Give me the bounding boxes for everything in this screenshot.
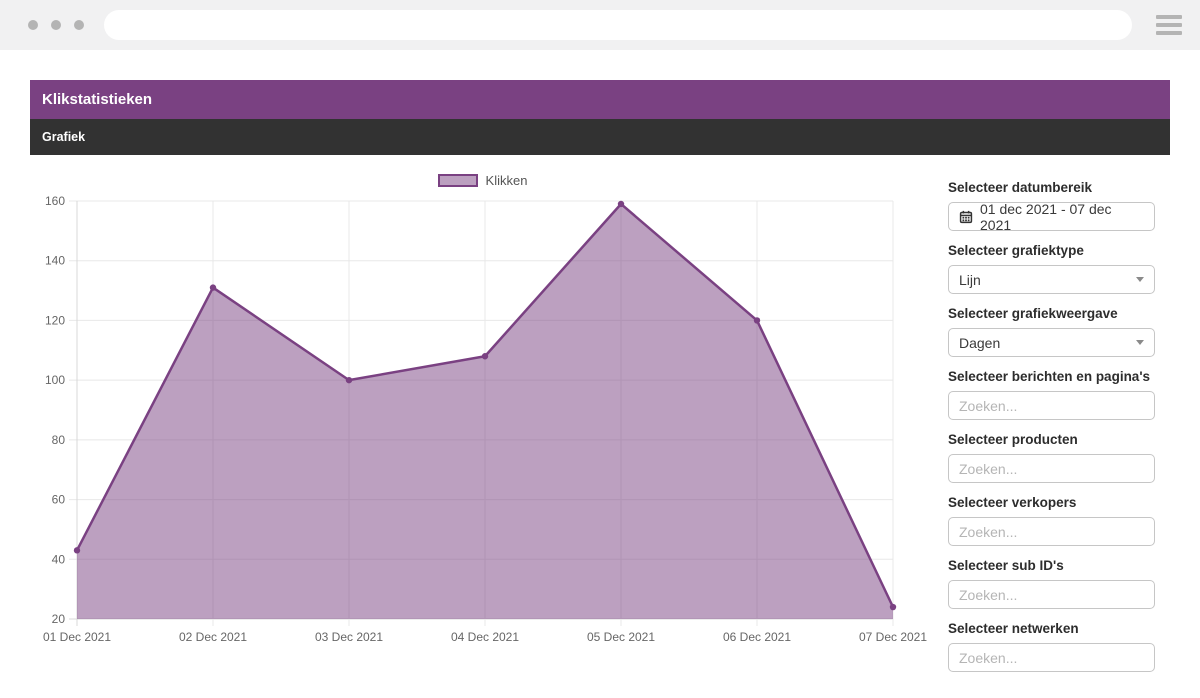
- filters-sidebar: Selecteer datumbereik 01 dec 2021 - 07 de…: [948, 171, 1155, 684]
- svg-text:04 Dec 2021: 04 Dec 2021: [451, 630, 519, 644]
- svg-text:80: 80: [52, 433, 66, 447]
- svg-text:03 Dec 2021: 03 Dec 2021: [315, 630, 383, 644]
- svg-text:100: 100: [45, 373, 65, 387]
- browser-chrome: [0, 0, 1200, 50]
- chart-type-select-value: Lijn: [959, 272, 981, 288]
- date-range-input[interactable]: 01 dec 2021 - 07 dec 2021: [948, 202, 1155, 231]
- page-title: Klikstatistieken: [42, 91, 152, 108]
- svg-text:120: 120: [45, 313, 65, 327]
- section-header: Grafiek: [30, 119, 1170, 155]
- sellers-search-label: Selecteer verkopers: [948, 495, 1155, 512]
- posts-pages-search[interactable]: [948, 391, 1155, 420]
- legend-label: Klikken: [486, 173, 528, 188]
- svg-text:01 Dec 2021: 01 Dec 2021: [43, 630, 111, 644]
- chart-type-select[interactable]: Lijn: [948, 265, 1155, 294]
- products-search-label: Selecteer producten: [948, 432, 1155, 449]
- area-chart-canvas: 20 40 60 80 100 120 140 160 01 Dec 2021 02 Dec 20…: [30, 193, 935, 653]
- window-control-dots: [28, 20, 84, 30]
- svg-text:60: 60: [52, 493, 66, 507]
- posts-pages-search-label: Selecteer berichten en pagina's: [948, 369, 1155, 386]
- chevron-down-icon: [1136, 340, 1144, 345]
- svg-text:06 Dec 2021: 06 Dec 2021: [723, 630, 791, 644]
- chart-view-select[interactable]: Dagen: [948, 328, 1155, 357]
- date-range-input-value: 01 dec 2021 - 07 dec 2021: [980, 201, 1144, 233]
- sellers-search[interactable]: [948, 517, 1155, 546]
- url-bar[interactable]: [104, 10, 1132, 40]
- svg-text:02 Dec 2021: 02 Dec 2021: [179, 630, 247, 644]
- products-search[interactable]: [948, 454, 1155, 483]
- sub-ids-search[interactable]: [948, 580, 1155, 609]
- svg-text:07 Dec 2021: 07 Dec 2021: [859, 630, 927, 644]
- clicks-chart: Klikken 20 40 60 80 100 120 140 160 01 Dec 2021 0…: [30, 171, 935, 684]
- section-title: Grafiek: [42, 130, 85, 144]
- svg-text:160: 160: [45, 194, 65, 208]
- window-dot-icon: [51, 20, 61, 30]
- chart-legend: Klikken: [30, 171, 935, 189]
- window-dot-icon: [28, 20, 38, 30]
- svg-text:05 Dec 2021: 05 Dec 2021: [587, 630, 655, 644]
- chart-view-select-value: Dagen: [959, 335, 1000, 351]
- legend-swatch-klikken: [438, 174, 478, 187]
- svg-text:140: 140: [45, 254, 65, 268]
- networks-search[interactable]: [948, 643, 1155, 672]
- window-dot-icon: [74, 20, 84, 30]
- chart-view-select-label: Selecteer grafiekweergave: [948, 306, 1155, 323]
- page-header: Klikstatistieken: [30, 80, 1170, 119]
- date-range-input-label: Selecteer datumbereik: [948, 180, 1155, 197]
- hamburger-menu-icon[interactable]: [1156, 15, 1182, 35]
- calendar-icon: [959, 210, 973, 224]
- svg-text:20: 20: [52, 612, 66, 626]
- networks-search-label: Selecteer netwerken: [948, 621, 1155, 638]
- chevron-down-icon: [1136, 277, 1144, 282]
- svg-text:40: 40: [52, 552, 66, 566]
- chart-type-select-label: Selecteer grafiektype: [948, 243, 1155, 260]
- sub-ids-search-label: Selecteer sub ID's: [948, 558, 1155, 575]
